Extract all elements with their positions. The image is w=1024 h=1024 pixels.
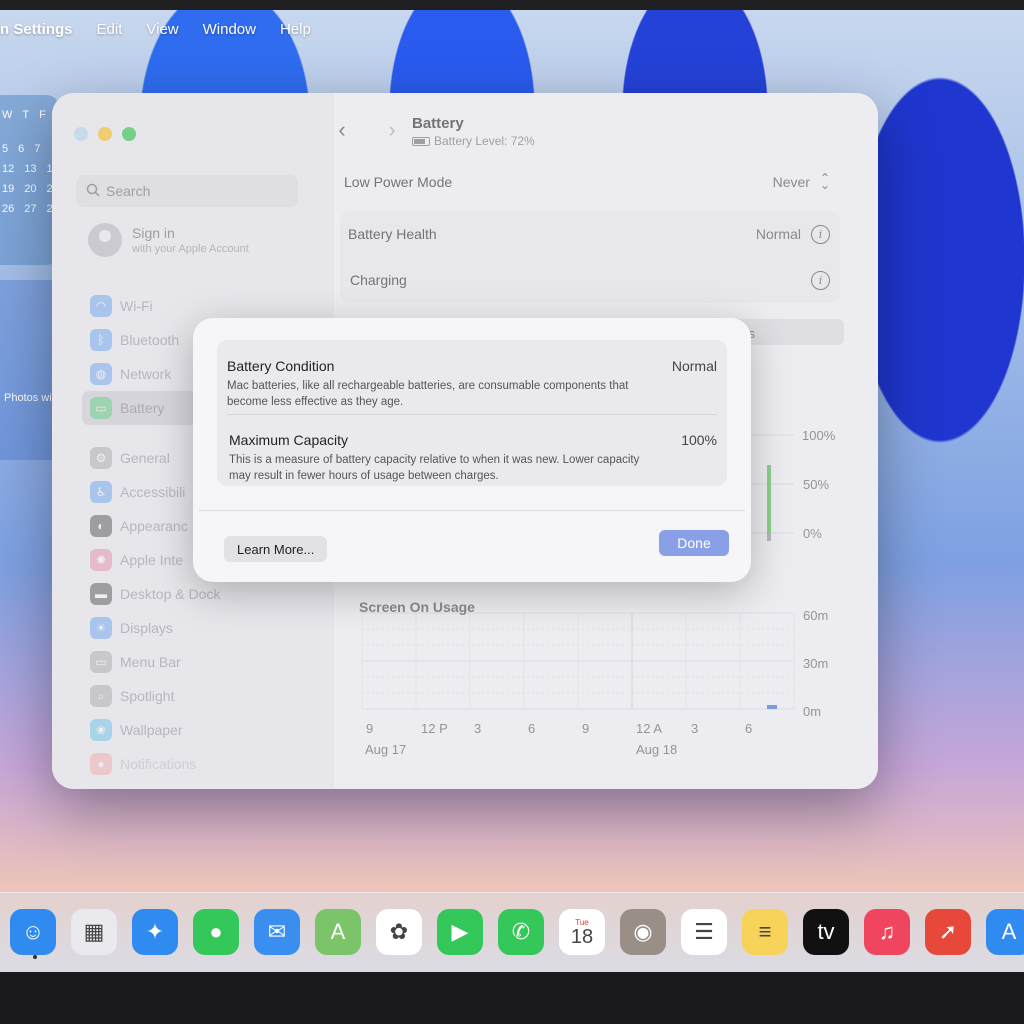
music-icon[interactable]: ♫ (864, 909, 910, 955)
battery-condition-description: Mac batteries, like all rechargeable bat… (227, 380, 629, 408)
calendar-icon[interactable]: Tue 18 (559, 909, 605, 955)
app-glyph: A (1001, 919, 1017, 944)
app-glyph: ➚ (938, 919, 958, 944)
menu-help[interactable]: Help (280, 21, 311, 38)
messages-icon[interactable]: ● (193, 909, 239, 955)
battery-condition-value: Normal (671, 358, 717, 374)
menu-view[interactable]: View (146, 21, 178, 38)
calendar-date: 13 (24, 163, 37, 175)
calendar-date: 7 (34, 143, 41, 155)
calendar-date: 12 (2, 163, 15, 175)
app-glyph: ● (209, 919, 223, 944)
safari-icon[interactable]: ✦ (132, 909, 178, 955)
photos-widget-label: Photos wi (4, 392, 52, 404)
app-glyph: ✿ (389, 919, 409, 944)
calendar-date: 26 (2, 203, 15, 215)
maps-icon[interactable]: A (315, 909, 361, 955)
app-glyph: ▶ (451, 919, 469, 944)
maximum-capacity-title: Maximum Capacity (229, 432, 349, 448)
calendar-date: 5 (2, 143, 9, 155)
maximum-capacity-value: 100% (681, 432, 717, 448)
running-indicator (33, 955, 37, 959)
menu-app-name[interactable]: n Settings (0, 21, 73, 38)
app-glyph: ✦ (145, 919, 165, 944)
menu-window[interactable]: Window (203, 21, 256, 38)
learn-more-button[interactable]: Learn More... (224, 536, 328, 562)
menu-edit[interactable]: Edit (97, 21, 123, 38)
dock: ☺ ▦ ✦ ● ✉ A ✿ ▶ ✆ Tue 18 ◉ ☰ ≡ tv ♫ ➚ A (0, 892, 1024, 972)
battery-condition-title: Battery Condition (227, 358, 335, 374)
app-glyph: ≡ (758, 919, 772, 944)
calendar-day-header: F (39, 109, 46, 121)
divider (227, 414, 717, 415)
maximum-capacity-description: This is a measure of battery capacity re… (229, 454, 640, 482)
notes-icon[interactable]: ≡ (742, 909, 788, 955)
launchpad-icon[interactable]: ▦ (71, 909, 117, 955)
app-glyph: ☺ (21, 919, 45, 944)
contacts-icon[interactable]: ◉ (620, 909, 666, 955)
menu-bar: n Settings Edit View Window Help (0, 10, 1024, 48)
app-glyph: ✆ (511, 919, 531, 944)
dock-apps: ☺ ▦ ✦ ● ✉ A ✿ ▶ ✆ Tue 18 ◉ ☰ ≡ tv ♫ ➚ A (10, 909, 1024, 955)
maximum-capacity-section: Maximum Capacity This is a measure of ba… (229, 432, 719, 484)
app-glyph: ☰ (694, 919, 714, 944)
app-glyph: ♫ (878, 919, 896, 944)
facetime-icon[interactable]: ▶ (437, 909, 483, 955)
calendar-date: 6 (18, 143, 25, 155)
calendar-date: 20 (24, 183, 37, 195)
tv-icon[interactable]: tv (803, 909, 849, 955)
battery-health-sheet: Battery Condition Mac batteries, like al… (193, 318, 751, 582)
battery-details-card: Battery Condition Mac batteries, like al… (217, 340, 727, 486)
calendar-date-number: 18 (570, 925, 594, 948)
mail-icon[interactable]: ✉ (254, 909, 300, 955)
calendar-day-header: T (22, 109, 30, 121)
photos-icon[interactable]: ✿ (376, 909, 422, 955)
calendar-widget[interactable]: W T F 5 6 7 12 13 14 19 20 21 26 27 28 (0, 95, 60, 265)
phone-icon[interactable]: ✆ (498, 909, 544, 955)
divider (199, 510, 745, 511)
app-glyph: tv (817, 919, 835, 944)
app-glyph: A (330, 919, 346, 944)
appstore-icon[interactable]: A (986, 909, 1024, 955)
screen-bezel (0, 972, 1024, 1024)
screen-bezel-top (0, 0, 1024, 10)
reminders-icon[interactable]: ☰ (681, 909, 727, 955)
app-glyph: ▦ (83, 919, 105, 944)
games-icon[interactable]: ➚ (925, 909, 971, 955)
calendar-date: 27 (24, 203, 37, 215)
app-glyph: ◉ (633, 919, 653, 944)
app-glyph: ✉ (267, 919, 287, 944)
finder-icon[interactable]: ☺ (10, 909, 56, 955)
done-button[interactable]: Done (659, 530, 729, 556)
battery-condition-section: Battery Condition Mac batteries, like al… (227, 358, 717, 410)
calendar-date: 19 (2, 183, 15, 195)
calendar-day-header: W (2, 109, 13, 121)
